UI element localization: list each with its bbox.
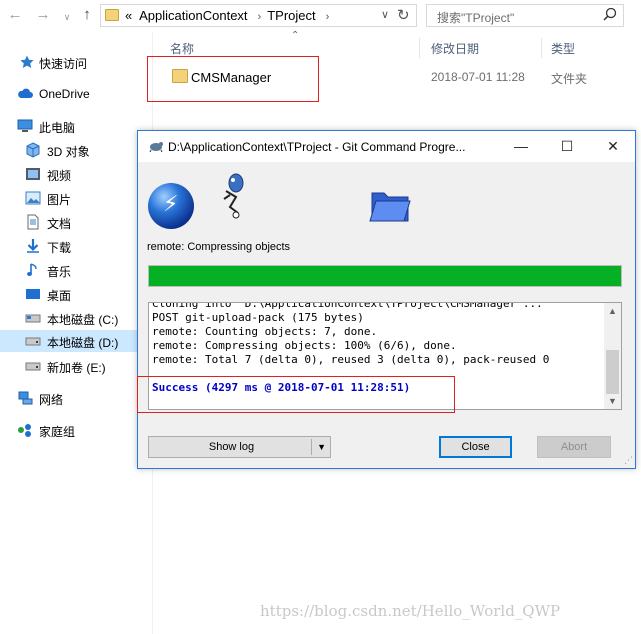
globe-icon: ⚡ bbox=[148, 183, 194, 229]
address-dropdown-icon[interactable]: ∨ bbox=[381, 8, 389, 21]
folder-icon bbox=[105, 9, 119, 21]
highlight-box-success bbox=[137, 376, 455, 413]
search-icon bbox=[603, 7, 617, 21]
cube-icon bbox=[26, 142, 40, 158]
maximize-icon[interactable]: ☐ bbox=[544, 131, 590, 162]
log-line: remote: Compressing objects: 100% (6/6),… bbox=[152, 339, 457, 352]
drive-icon bbox=[25, 337, 41, 346]
up-arrow-icon[interactable]: ↑ bbox=[78, 6, 96, 24]
file-type: 文件夹 bbox=[551, 72, 588, 86]
nav-item-pictures[interactable]: 图片 bbox=[0, 187, 152, 209]
resize-grip-icon[interactable]: ⋰ bbox=[624, 455, 633, 466]
breadcrumb-tproject[interactable]: TProject bbox=[267, 8, 315, 23]
nav-item-this-pc[interactable]: 此电脑 bbox=[0, 115, 152, 137]
file-date: 2018-07-01 11:28 bbox=[431, 70, 525, 84]
blue-folder-icon bbox=[369, 192, 411, 222]
tortoisegit-icon bbox=[149, 142, 163, 153]
dialog-titlebar[interactable]: D:\ApplicationContext\TProject - Git Com… bbox=[138, 131, 635, 162]
scroll-thumb[interactable] bbox=[606, 350, 619, 394]
minimize-icon[interactable]: — bbox=[498, 131, 544, 162]
show-log-button[interactable]: Show log ▼ bbox=[148, 436, 331, 458]
drive-icon bbox=[25, 362, 41, 371]
log-line: remote: Total 7 (delta 0), reused 3 (del… bbox=[152, 353, 550, 366]
scroll-down-icon[interactable]: ▼ bbox=[604, 394, 621, 408]
git-progress-dialog: D:\ApplicationContext\TProject - Git Com… bbox=[137, 130, 636, 469]
explorer-toolbar: ← → ∨ ↑ « ApplicationContext › TProject › ∨… bbox=[0, 0, 641, 32]
progress-bar-fill bbox=[149, 266, 621, 286]
navigation-pane: 快速访问 OneDrive 此电脑 3D 对象 视频 图片 文档 下载 音乐 桌… bbox=[0, 40, 152, 634]
picture-icon bbox=[25, 191, 41, 205]
search-box[interactable]: 搜索"TProject" bbox=[426, 4, 624, 27]
nav-item-homegroup[interactable]: 家庭组 bbox=[0, 419, 152, 441]
column-header-name[interactable]: 名称 bbox=[170, 40, 194, 57]
nav-item-onedrive[interactable]: OneDrive bbox=[0, 83, 152, 105]
nav-item-downloads[interactable]: 下载 bbox=[0, 235, 152, 257]
split-divider bbox=[311, 439, 312, 455]
dropdown-arrow-icon[interactable]: ▼ bbox=[317, 437, 326, 457]
address-bar[interactable]: « ApplicationContext › TProject › ∨ ↻ bbox=[100, 4, 417, 27]
desktop-icon bbox=[26, 289, 40, 299]
log-line: POST git-upload-pack (175 bytes) bbox=[152, 311, 364, 324]
drive-icon bbox=[25, 314, 41, 323]
star-icon bbox=[20, 55, 34, 68]
abort-button[interactable]: Abort bbox=[537, 436, 611, 458]
breadcrumb: « ApplicationContext › TProject › bbox=[125, 8, 335, 23]
breadcrumb-overflow[interactable]: « bbox=[125, 8, 132, 23]
video-icon bbox=[26, 168, 40, 180]
show-log-label: Show log bbox=[208, 441, 255, 453]
log-line: Cloning into 'D:\ApplicationContext\TPro… bbox=[152, 302, 543, 310]
cloud-icon bbox=[18, 88, 33, 98]
search-placeholder: 搜索"TProject" bbox=[437, 11, 515, 25]
nav-item-documents[interactable]: 文档 bbox=[0, 211, 152, 233]
homegroup-icon bbox=[18, 424, 31, 437]
computer-icon bbox=[17, 119, 33, 132]
nav-item-3d-objects[interactable]: 3D 对象 bbox=[0, 139, 152, 161]
progress-status-text: remote: Compressing objects bbox=[147, 241, 291, 253]
progress-bar bbox=[148, 265, 622, 287]
music-icon bbox=[27, 263, 37, 276]
recent-locations-chevron-icon[interactable]: ∨ bbox=[58, 8, 76, 26]
column-divider[interactable] bbox=[541, 38, 542, 58]
nav-item-quick-access[interactable]: 快速访问 bbox=[0, 51, 152, 73]
dialog-title: D:\ApplicationContext\TProject - Git Com… bbox=[168, 140, 466, 154]
close-button[interactable]: Close bbox=[439, 436, 512, 458]
sort-ascending-icon: ⌃ bbox=[291, 30, 300, 41]
log-line: remote: Counting objects: 7, done. bbox=[152, 325, 378, 338]
nav-item-drive-c[interactable]: 本地磁盘 (C:) bbox=[0, 307, 152, 329]
download-icon bbox=[27, 239, 39, 253]
refresh-icon[interactable]: ↻ bbox=[397, 6, 410, 24]
column-divider[interactable] bbox=[419, 38, 420, 58]
column-header-date[interactable]: 修改日期 bbox=[431, 40, 479, 57]
watermark: https://blog.csdn.net/Hello_World_QWP bbox=[260, 602, 561, 620]
nav-item-desktop[interactable]: 桌面 bbox=[0, 283, 152, 305]
breadcrumb-separator-icon[interactable]: › bbox=[326, 11, 330, 23]
nav-item-network[interactable]: 网络 bbox=[0, 387, 152, 409]
breadcrumb-separator-icon[interactable]: › bbox=[258, 11, 262, 23]
column-header-type[interactable]: 类型 bbox=[551, 40, 575, 57]
breadcrumb-applicationcontext[interactable]: ApplicationContext bbox=[139, 8, 247, 23]
close-window-icon[interactable]: ✕ bbox=[590, 131, 636, 162]
log-scrollbar[interactable]: ▲ ▼ bbox=[604, 303, 621, 409]
forward-arrow-icon[interactable]: → bbox=[34, 6, 52, 24]
highlight-box-folder bbox=[147, 56, 319, 102]
nav-item-videos[interactable]: 视频 bbox=[0, 163, 152, 185]
network-icon bbox=[18, 391, 33, 405]
scroll-up-icon[interactable]: ▲ bbox=[604, 304, 621, 318]
nav-item-music[interactable]: 音乐 bbox=[0, 259, 152, 281]
document-icon bbox=[27, 214, 39, 230]
nav-item-drive-d[interactable]: 本地磁盘 (D:) bbox=[0, 330, 152, 352]
nav-item-drive-e[interactable]: 新加卷 (E:) bbox=[0, 355, 152, 377]
git-figure-icon bbox=[223, 173, 244, 219]
back-arrow-icon[interactable]: ← bbox=[6, 6, 24, 24]
